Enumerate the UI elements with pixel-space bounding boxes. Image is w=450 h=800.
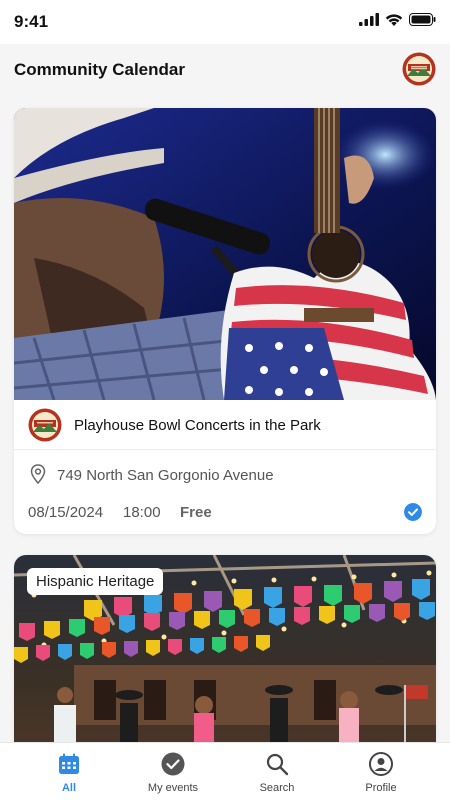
- organizer-logo: [28, 408, 62, 442]
- status-bar: 9:41: [0, 0, 450, 44]
- event-location-row: 749 North San Gorgonio Avenue: [14, 456, 436, 492]
- event-image-concert: [14, 108, 436, 400]
- tab-profile[interactable]: Profile: [325, 743, 437, 800]
- event-date: 08/15/2024: [28, 504, 104, 521]
- status-icons: [359, 13, 436, 26]
- event-price: Free: [180, 504, 212, 521]
- tab-all[interactable]: All: [13, 743, 125, 800]
- event-meta-row: 08/15/2024 18:00 Free: [14, 492, 436, 532]
- event-title-row: Playhouse Bowl Concerts in the Park: [14, 400, 436, 450]
- tab-label-search: Search: [259, 782, 295, 794]
- tab-label-all: All: [61, 782, 77, 794]
- page-title: Community Calendar: [14, 60, 185, 79]
- bottom-tab-bar: All My events Search Profile: [0, 742, 450, 800]
- tab-label-my-events: My events: [147, 782, 199, 794]
- event-time: 18:00: [123, 504, 161, 521]
- tab-search[interactable]: Search: [221, 743, 333, 800]
- event-card[interactable]: Playhouse Bowl Concerts in the Park 749 …: [14, 108, 436, 534]
- profile-icon: [369, 752, 393, 776]
- location-pin-icon: [30, 464, 46, 484]
- tab-label-profile: Profile: [365, 782, 397, 794]
- saved-check-icon[interactable]: [404, 503, 422, 521]
- tab-my-events[interactable]: My events: [117, 743, 229, 800]
- category-tag: Hispanic Heritage: [27, 568, 164, 595]
- battery-icon: [409, 13, 436, 26]
- event-title[interactable]: Playhouse Bowl Concerts in the Park: [74, 417, 321, 434]
- status-time: 9:41: [14, 12, 49, 31]
- event-address: 749 North San Gorgonio Avenue: [57, 467, 274, 484]
- app-header: Community Calendar: [0, 44, 450, 96]
- search-icon: [266, 753, 289, 776]
- wifi-icon: [385, 14, 403, 26]
- calendar-icon: [59, 753, 79, 774]
- city-seal-logo[interactable]: [402, 52, 436, 86]
- check-circle-icon: [161, 752, 185, 776]
- cellular-signal-icon: [359, 13, 379, 26]
